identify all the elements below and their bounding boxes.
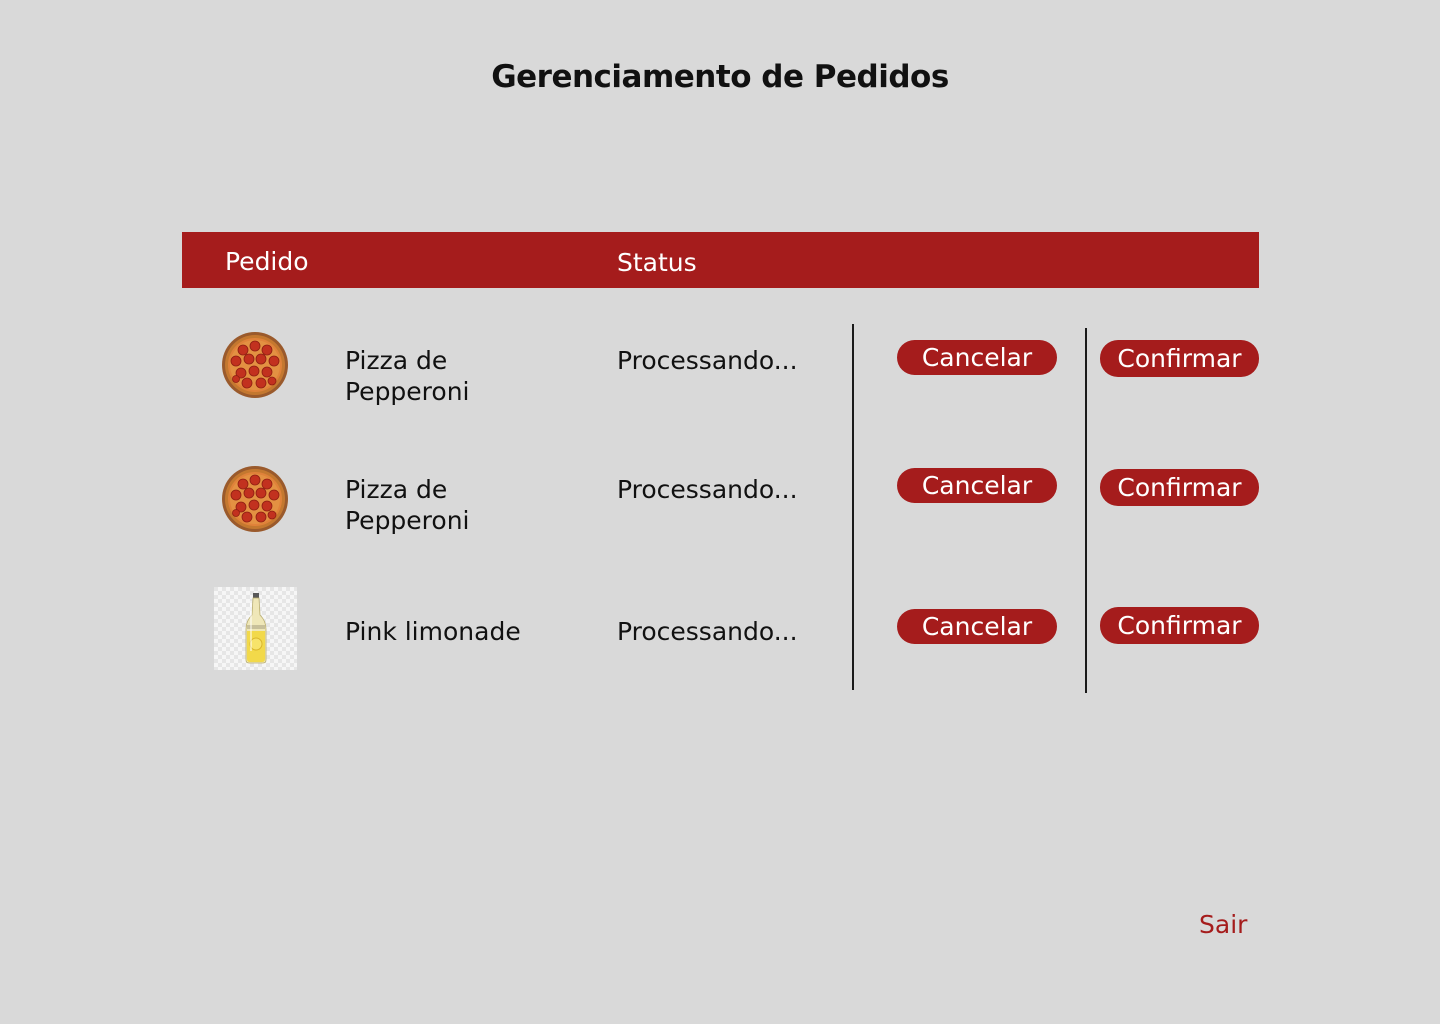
lemonade-bottle-image xyxy=(214,587,297,670)
cancel-button[interactable]: Cancelar xyxy=(897,468,1057,503)
confirm-button[interactable]: Confirmar xyxy=(1100,469,1259,506)
order-item-name: Pizza de Pepperoni xyxy=(345,346,470,406)
confirm-button[interactable]: Confirmar xyxy=(1100,340,1259,377)
order-item-name: Pizza de Pepperoni xyxy=(345,475,470,535)
column-divider xyxy=(1085,328,1087,693)
order-status: Processando... xyxy=(617,475,798,504)
order-status: Processando... xyxy=(617,346,798,375)
confirm-button[interactable]: Confirmar xyxy=(1100,607,1259,644)
cancel-button[interactable]: Cancelar xyxy=(897,340,1057,375)
logout-link[interactable]: Sair xyxy=(1199,909,1247,940)
column-header-order: Pedido xyxy=(225,247,309,276)
column-divider xyxy=(852,324,854,690)
order-status: Processando... xyxy=(617,617,798,646)
order-item-name: Pink limonade xyxy=(345,617,521,646)
column-header-status: Status xyxy=(617,248,697,277)
pepperoni-pizza-image xyxy=(222,332,288,398)
table-row: Pink limonade Processando... Cancelar Co… xyxy=(0,0,1440,670)
pepperoni-pizza-image xyxy=(222,466,288,532)
cancel-button[interactable]: Cancelar xyxy=(897,609,1057,644)
table-header: Pedido Status xyxy=(182,232,1259,288)
